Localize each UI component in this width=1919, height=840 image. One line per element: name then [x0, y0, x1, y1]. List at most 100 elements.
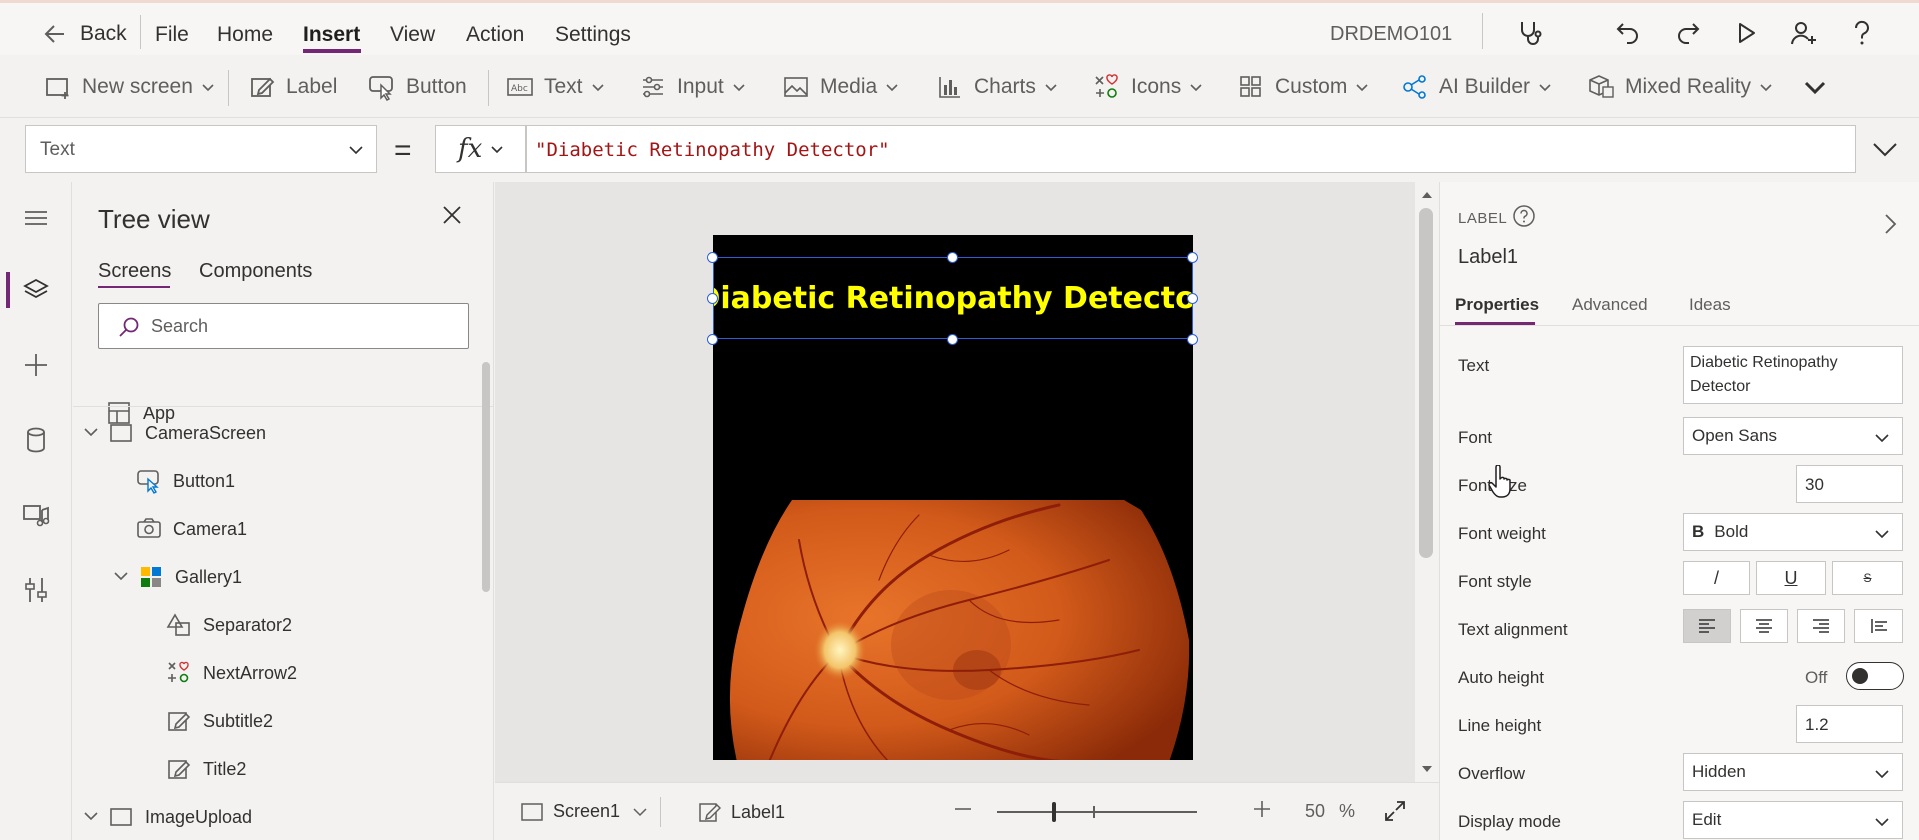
menu-view[interactable]: View	[390, 23, 435, 47]
menu-home[interactable]: Home	[217, 23, 273, 47]
align-center-button[interactable]	[1740, 609, 1788, 643]
tab-properties[interactable]: Properties	[1455, 295, 1539, 315]
input-menu-button[interactable]: Input	[639, 72, 746, 102]
align-right-button[interactable]	[1797, 609, 1845, 643]
tree-node-separator2[interactable]: Separator2	[165, 610, 292, 640]
screen-selector[interactable]: Screen1	[521, 801, 648, 822]
resize-handle[interactable]	[947, 334, 958, 345]
auto-height-toggle[interactable]	[1846, 662, 1904, 690]
zoom-out-button[interactable]	[953, 799, 973, 819]
resize-handle[interactable]	[707, 252, 718, 263]
tree-node-title2[interactable]: Title2	[165, 754, 246, 784]
undo-button[interactable]	[1610, 15, 1646, 51]
advanced-tools-button[interactable]	[18, 572, 54, 608]
node-label: Button1	[173, 470, 236, 491]
tab-ideas[interactable]: Ideas	[1689, 295, 1731, 315]
tree-node-subtitle2[interactable]: Subtitle2	[165, 706, 273, 736]
font-size-input[interactable]: 30	[1796, 465, 1903, 503]
tab-advanced[interactable]: Advanced	[1572, 295, 1648, 315]
media-menu-button[interactable]: Media	[782, 72, 899, 102]
fit-to-window-button[interactable]	[1383, 799, 1407, 823]
redo-button[interactable]	[1670, 15, 1706, 51]
font-dropdown[interactable]: Open Sans	[1683, 417, 1903, 455]
close-tree-button[interactable]	[441, 204, 463, 226]
resize-handle[interactable]	[707, 293, 718, 304]
mixed-reality-menu-button[interactable]: Mixed Reality	[1587, 72, 1773, 102]
media-button[interactable]	[18, 497, 54, 533]
resize-handle[interactable]	[1187, 252, 1198, 263]
label-button[interactable]: Label	[248, 72, 337, 102]
resize-handle[interactable]	[707, 334, 718, 345]
tree-node-camerascreen[interactable]: CameraScreen	[107, 418, 266, 448]
function-picker[interactable]: fx	[435, 125, 526, 173]
menu-action[interactable]: Action	[466, 23, 524, 47]
property-dropdown[interactable]: Text	[25, 125, 377, 173]
chevron-down-icon[interactable]	[113, 568, 129, 584]
strikethrough-button[interactable]: S	[1832, 561, 1903, 595]
zoom-slider-thumb[interactable]	[1052, 802, 1056, 822]
text-menu-button[interactable]: Abc Text	[506, 72, 605, 102]
caret-down-icon[interactable]	[1420, 764, 1434, 774]
tree-node-gallery1[interactable]: Gallery1	[137, 562, 242, 592]
formula-expand-button[interactable]	[1870, 134, 1900, 164]
display-mode-dropdown[interactable]: Edit	[1683, 801, 1903, 839]
help-button[interactable]	[1844, 15, 1880, 51]
line-height-input[interactable]: 1.2	[1796, 705, 1903, 743]
caret-up-icon[interactable]	[1420, 190, 1434, 200]
label-label: Label	[286, 75, 338, 98]
button-icon	[135, 467, 163, 495]
formula-input[interactable]: "Diabetic Retinopathy Detector"	[526, 125, 1856, 173]
resize-handle[interactable]	[1187, 293, 1198, 304]
icons-menu-button[interactable]: Icons	[1093, 72, 1203, 102]
menu-separator	[1482, 13, 1483, 49]
tab-components[interactable]: Components	[199, 260, 312, 283]
tree-search-input[interactable]: Search	[98, 303, 469, 349]
design-canvas[interactable]: Diabetic Retinopathy Detector	[495, 182, 1439, 782]
collapse-panel-button[interactable]	[1880, 212, 1900, 236]
tree-view-button[interactable]	[18, 272, 54, 308]
custom-menu-button[interactable]: Custom	[1237, 72, 1369, 102]
app-checker-button[interactable]	[1512, 15, 1548, 51]
tab-screens[interactable]: Screens	[98, 260, 171, 283]
canvas-scrollbar-thumb[interactable]	[1419, 208, 1433, 558]
menu-file[interactable]: File	[155, 23, 189, 47]
auto-height-state: Off	[1805, 668, 1828, 687]
zoom-slider[interactable]	[997, 800, 1197, 824]
hand-cursor-icon	[1488, 465, 1511, 498]
new-screen-button[interactable]: New screen	[44, 72, 215, 102]
font-weight-dropdown[interactable]: B Bold	[1683, 513, 1903, 551]
data-button[interactable]	[18, 422, 54, 458]
tree-node-nextarrow2[interactable]: NextArrow2	[165, 658, 297, 688]
share-button[interactable]	[1786, 15, 1822, 51]
resize-handle[interactable]	[1187, 334, 1198, 345]
underline-button[interactable]: U	[1756, 561, 1826, 595]
align-left-button[interactable]	[1683, 609, 1731, 643]
overflow-dropdown[interactable]: Hidden	[1683, 753, 1903, 791]
back-button[interactable]: Back	[42, 21, 127, 47]
control-selector[interactable]: Label1	[699, 801, 785, 823]
menu-insert[interactable]: Insert	[303, 23, 360, 47]
hamburger-button[interactable]	[18, 200, 54, 236]
tree-node-button1[interactable]: Button1	[135, 466, 235, 496]
chevron-down-icon[interactable]	[83, 808, 99, 824]
tree-node-imageupload[interactable]: ImageUpload	[107, 802, 252, 832]
tree-scrollbar[interactable]	[482, 362, 490, 592]
charts-menu-button[interactable]: Charts	[936, 72, 1058, 102]
text-property-input[interactable]: Diabetic Retinopathy Detector	[1683, 346, 1903, 404]
zoom-in-button[interactable]	[1252, 799, 1272, 819]
grid-icon	[1237, 73, 1265, 101]
button-button[interactable]: Button	[368, 72, 467, 102]
insert-button[interactable]	[18, 347, 54, 383]
italic-button[interactable]: /	[1683, 561, 1750, 595]
ribbon-more-button[interactable]	[1802, 72, 1828, 102]
help-button[interactable]	[1512, 204, 1536, 228]
align-justify-button[interactable]	[1854, 609, 1903, 643]
italic-glyph: /	[1713, 567, 1719, 588]
ai-builder-menu-button[interactable]: AI Builder	[1401, 72, 1552, 102]
preview-button[interactable]	[1728, 15, 1764, 51]
tree-node-camera1[interactable]: Camera1	[135, 514, 247, 544]
menu-settings[interactable]: Settings	[555, 23, 631, 47]
chevron-down-icon[interactable]	[83, 424, 99, 440]
retina-fundus-image[interactable]	[729, 500, 1191, 760]
resize-handle[interactable]	[947, 252, 958, 263]
